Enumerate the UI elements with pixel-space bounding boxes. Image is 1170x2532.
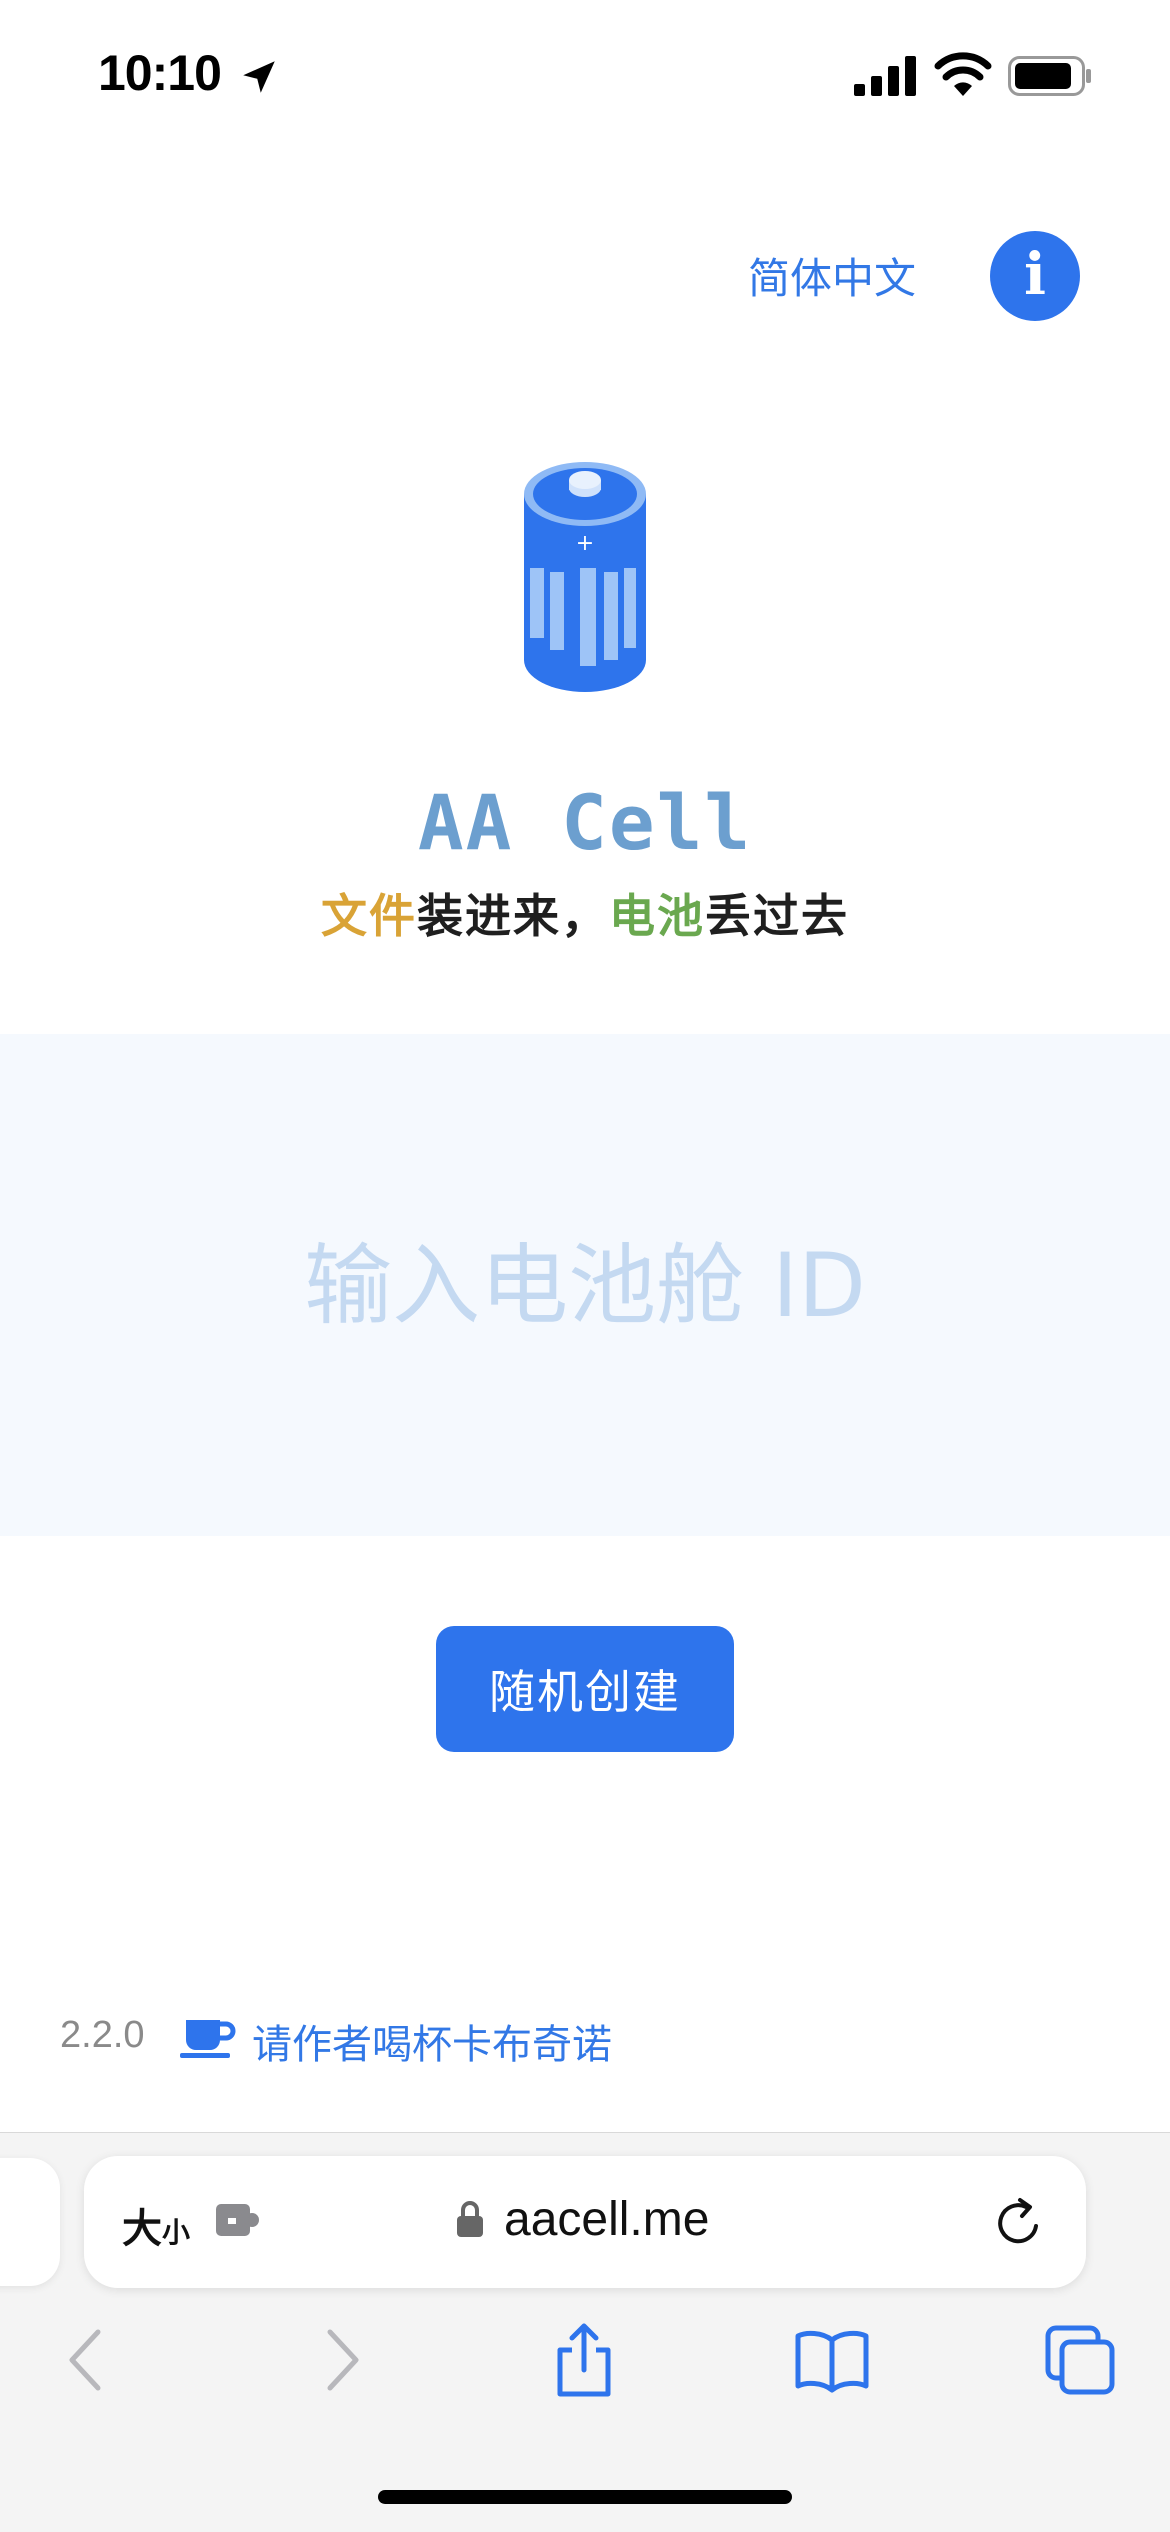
coffee-cup-icon[interactable] bbox=[180, 2016, 236, 2058]
bookmarks-icon[interactable] bbox=[792, 2320, 872, 2400]
slogan-part-throw: 丢过去 bbox=[705, 889, 849, 943]
location-arrow-icon bbox=[243, 61, 275, 93]
version-label: 2.2.0 bbox=[60, 2014, 145, 2056]
app-title: AA Cell bbox=[417, 778, 753, 867]
cell-id-input[interactable] bbox=[0, 1034, 1170, 1536]
battery-logo-icon: + bbox=[524, 462, 646, 692]
lock-icon bbox=[457, 2201, 483, 2237]
wifi-icon bbox=[934, 52, 992, 96]
extension-puzzle-icon[interactable] bbox=[214, 2200, 264, 2240]
slogan-part-load: 装进来， bbox=[417, 889, 609, 943]
status-bar: 10:10 bbox=[0, 0, 1170, 150]
cellular-signal-icon bbox=[854, 56, 916, 96]
cell-id-input-area[interactable] bbox=[0, 1034, 1170, 1536]
info-icon: i bbox=[1023, 240, 1047, 308]
slogan-part-file: 文件 bbox=[321, 889, 417, 943]
reload-icon[interactable] bbox=[992, 2196, 1046, 2250]
text-size-small-label: 小 bbox=[162, 2216, 191, 2249]
slogan: 文件装进来，电池丢过去 bbox=[0, 880, 1170, 946]
slogan-part-cell: 电池 bbox=[609, 889, 705, 943]
share-icon[interactable] bbox=[544, 2320, 624, 2400]
language-switch-link[interactable]: 简体中文 bbox=[748, 245, 916, 306]
buy-coffee-link[interactable]: 请作者喝杯卡布奇诺 bbox=[252, 2012, 612, 2070]
random-create-button[interactable]: 随机创建 bbox=[436, 1626, 734, 1752]
url-text[interactable]: aacell.me bbox=[504, 2192, 709, 2247]
forward-icon[interactable] bbox=[300, 2320, 380, 2400]
text-size-button[interactable]: 大小 bbox=[122, 2196, 190, 2254]
info-button[interactable]: i bbox=[990, 231, 1080, 321]
status-time: 10:10 bbox=[98, 45, 222, 101]
previous-tab-preview[interactable] bbox=[0, 2158, 60, 2286]
tabs-icon[interactable] bbox=[1040, 2320, 1120, 2400]
address-bar[interactable]: 大小 aacell.me bbox=[84, 2156, 1086, 2288]
back-icon[interactable] bbox=[48, 2320, 128, 2400]
svg-text:+: + bbox=[576, 531, 594, 556]
home-indicator bbox=[378, 2490, 792, 2504]
text-size-big-label: 大 bbox=[122, 2206, 162, 2252]
battery-icon bbox=[1008, 56, 1091, 96]
